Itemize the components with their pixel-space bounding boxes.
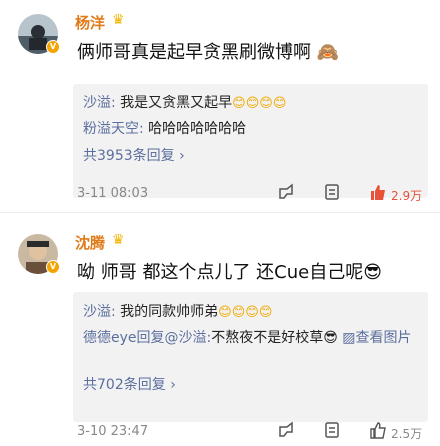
crown-icon: ♛ <box>112 232 125 248</box>
reply-username[interactable]: 德德eye回复@沙溢 <box>83 330 207 346</box>
verified-badge-icon: V <box>46 40 60 54</box>
more-replies-link[interactable]: 共3953条回复 › <box>83 145 185 165</box>
smile-emoji-icon: 😊😊😊😊 <box>218 305 273 320</box>
smile-emoji-icon: 😊😊😊😊 <box>232 96 287 111</box>
chevron-right-icon: › <box>170 377 176 393</box>
reply-text: 哈哈哈哈哈哈哈 <box>148 121 247 137</box>
username[interactable]: 杨洋 <box>75 12 105 33</box>
reply-username[interactable]: 沙溢 <box>83 95 111 111</box>
reply-username[interactable]: 沙溢 <box>83 304 111 320</box>
verified-badge-icon: V <box>46 260 60 274</box>
reply-icon[interactable] <box>323 183 341 205</box>
like-icon[interactable] <box>368 182 388 206</box>
reply-item: 沙溢: 我是又贪黑又起早😊😊😊😊 <box>83 95 287 111</box>
divider <box>0 212 440 213</box>
crown-icon: ♛ <box>112 12 125 28</box>
reply-username[interactable]: 粉溢天空 <box>83 121 139 137</box>
image-link-icon[interactable]: ▨ <box>342 330 355 346</box>
reply-text: 我的同款帅师弟 <box>120 304 219 320</box>
reply-item: 沙溢: 我的同款帅师弟😊😊😊😊 <box>83 304 273 320</box>
username[interactable]: 沈腾 <box>75 232 105 253</box>
comment-time: 3-11 08:03 <box>77 186 149 201</box>
like-icon[interactable] <box>368 420 388 444</box>
share-icon[interactable] <box>277 421 295 443</box>
reply-item: 德德eye回复@沙溢:不熬夜不是好校草😎 ▨查看图片 <box>83 330 412 346</box>
chevron-right-icon: › <box>179 148 185 164</box>
like-count: 2.5万 <box>391 427 423 441</box>
reply-item: 粉溢天空: 哈哈哈哈哈哈哈 <box>83 121 247 137</box>
comment-text: 俩师哥真是起早贪黑刷微博啊 🙈 <box>77 42 340 63</box>
view-image-link[interactable]: 查看图片 <box>356 330 412 346</box>
like-count: 2.9万 <box>391 189 423 203</box>
reply-text: 我是又贪黑又起早 <box>120 95 233 111</box>
comment-time: 3-10 23:47 <box>77 424 149 439</box>
comment-text: 呦 师哥 都这个点儿了 还Cue自己呢😎 <box>77 262 382 283</box>
reply-icon[interactable] <box>323 421 341 443</box>
more-replies-link[interactable]: 共702条回复 › <box>83 374 176 394</box>
reply-text: 不熬夜不是好校草😎 <box>211 330 338 346</box>
share-icon[interactable] <box>277 183 295 205</box>
